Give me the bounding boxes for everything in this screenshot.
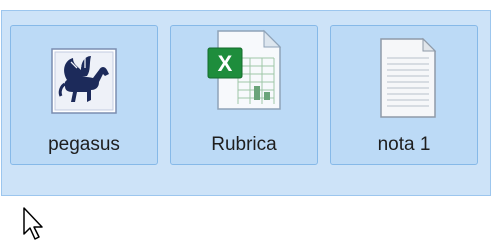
file-label: pegasus [48, 134, 120, 155]
file-item-pegasus[interactable]: pegasus [10, 25, 158, 165]
svg-text:X: X [218, 51, 233, 76]
mouse-pointer-icon [23, 207, 43, 240]
pegasus-image-icon [51, 48, 117, 114]
file-label: Rubrica [211, 134, 277, 155]
excel-spreadsheet-icon: X [207, 29, 282, 110]
file-label: nota 1 [377, 134, 431, 155]
text-document-icon [380, 37, 437, 118]
file-item-nota-1[interactable]: nota 1 [330, 25, 478, 165]
file-item-rubrica[interactable]: X Rubrica [170, 25, 318, 165]
